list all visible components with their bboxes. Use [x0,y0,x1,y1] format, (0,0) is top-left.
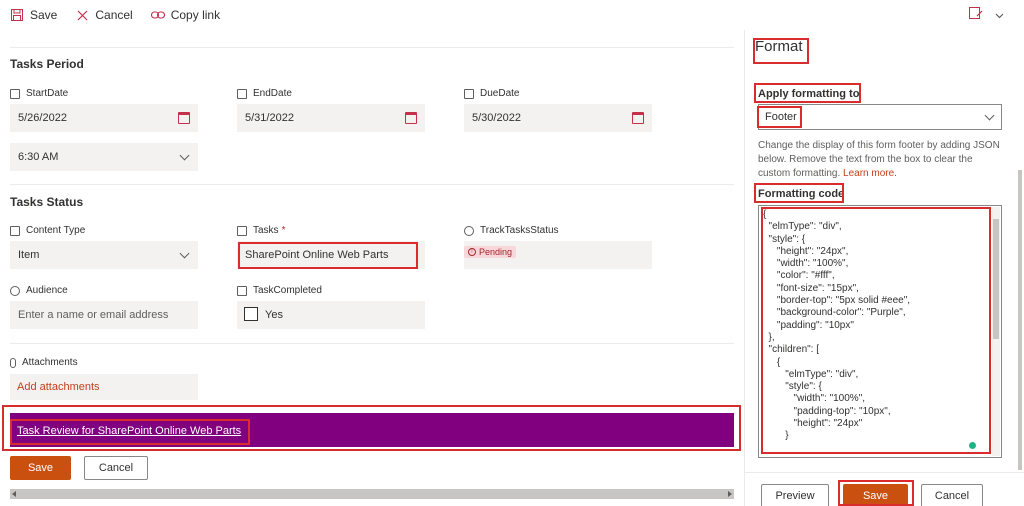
status-icon [464,225,474,236]
status-dot-icon [969,442,976,449]
cancel-command-label: Cancel [95,8,133,22]
add-attachments-text: Add attachments [17,381,100,393]
copy-link-label: Copy link [170,8,221,22]
save-button[interactable]: Save [10,456,71,480]
panel-cancel-button-label: Cancel [934,490,970,502]
command-bar: Save Cancel Copy link [0,0,1024,30]
content-type-dropdown[interactable]: Item [10,241,198,269]
calendar-icon[interactable] [632,112,644,124]
learn-more-link[interactable]: Learn more. [843,168,897,179]
chevron-down-icon[interactable] [995,8,1004,22]
tasks-status-heading: Tasks Status [10,195,84,209]
content-type-label: Content Type [10,225,85,236]
due-date-label-text: DueDate [480,88,520,99]
panel-save-highlight [838,480,914,506]
tasks-label-text: Tasks [253,225,279,236]
audience-input[interactable]: Enter a name or email address [10,301,198,329]
panel-scrollbar-thumb[interactable] [1018,170,1022,470]
footer-option-highlight [757,106,802,128]
task-completed-checkbox[interactable] [244,307,258,321]
save-command-label: Save [30,8,58,22]
save-icon [10,8,24,22]
code-scrollbar-thumb[interactable] [993,219,999,339]
footer-link-highlight [10,419,250,445]
calendar-icon[interactable] [405,112,417,124]
cancel-command[interactable]: Cancel [75,8,133,22]
start-date-field[interactable]: 5/26/2022 [10,104,198,132]
calendar-icon [464,88,474,99]
attachments-label: Attachments [10,357,78,368]
task-completed-label-text: TaskCompleted [253,285,322,296]
code-scrollbar[interactable] [992,207,1000,456]
audience-label: Audience [10,285,68,296]
formatting-code-highlight [754,183,844,203]
calendar-icon [237,88,247,99]
alert-icon: ! [468,248,476,256]
status-badge: ! Pending [464,246,517,258]
tasks-highlight [238,242,418,269]
panel-scrollbar[interactable] [1016,30,1024,470]
divider [10,343,734,344]
chevron-down-icon [984,110,995,121]
task-completed-field: Yes [237,301,425,329]
track-status-label: TrackTasksStatus [464,225,559,236]
audience-placeholder: Enter a name or email address [18,309,169,321]
calendar-icon[interactable] [178,112,190,124]
tasks-label: Tasks * [237,225,285,236]
panel-footer-divider [745,472,1024,473]
divider [10,184,734,185]
panel-cancel-button[interactable]: Cancel [921,484,983,506]
chevron-down-icon [179,248,190,259]
audience-label-text: Audience [26,285,68,296]
time-value: 6:30 AM [18,151,59,163]
start-date-label-text: StartDate [26,88,69,99]
close-icon [75,8,89,22]
end-date-label-text: EndDate [253,88,292,99]
form-settings-icon[interactable] [969,7,983,23]
code-highlight [761,207,991,454]
tasks-period-heading: Tasks Period [10,57,84,71]
content-type-icon [10,225,20,236]
save-button-label: Save [27,462,54,474]
apply-formatting-highlight [754,83,861,103]
end-date-field[interactable]: 5/31/2022 [237,104,425,132]
scroll-left-icon[interactable] [12,491,16,497]
preview-button[interactable]: Preview [761,484,829,506]
cancel-button-label: Cancel [98,462,134,474]
cancel-button[interactable]: Cancel [84,456,148,480]
start-date-label: StartDate [10,88,68,99]
end-date-value: 5/31/2022 [245,112,294,124]
due-date-value: 5/30/2022 [472,112,521,124]
panel-description: Change the display of this form footer b… [758,139,1002,181]
task-completed-value: Yes [265,309,283,321]
copy-link-command[interactable]: Copy link [150,8,221,22]
add-attachments-link[interactable]: Add attachments [10,374,198,400]
due-date-label: DueDate [464,88,519,99]
preview-button-label: Preview [775,490,815,502]
required-mark: * [281,225,286,236]
attachments-label-text: Attachments [22,357,78,368]
status-badge-text: Pending [479,247,513,257]
chevron-down-icon [179,150,190,161]
task-completed-label: TaskCompleted [237,285,322,296]
command-bar-right [969,7,1004,23]
panel-title-highlight [753,38,809,64]
due-date-field[interactable]: 5/30/2022 [464,104,652,132]
save-command[interactable]: Save [10,8,57,22]
horizontal-scrollbar[interactable] [10,489,734,499]
person-icon [10,285,20,296]
content-type-value: Item [18,249,40,261]
checkbox-field-icon [237,285,247,296]
time-dropdown[interactable]: 6:30 AM [10,143,198,171]
start-date-value: 5/26/2022 [18,112,67,124]
paperclip-icon [10,357,16,368]
link-icon [150,8,165,22]
text-field-icon [237,225,247,236]
calendar-icon [10,88,20,99]
scroll-right-icon[interactable] [728,491,732,497]
content-type-label-text: Content Type [26,225,86,236]
divider [10,47,734,48]
end-date-label: EndDate [237,88,292,99]
track-status-label-text: TrackTasksStatus [480,225,559,236]
